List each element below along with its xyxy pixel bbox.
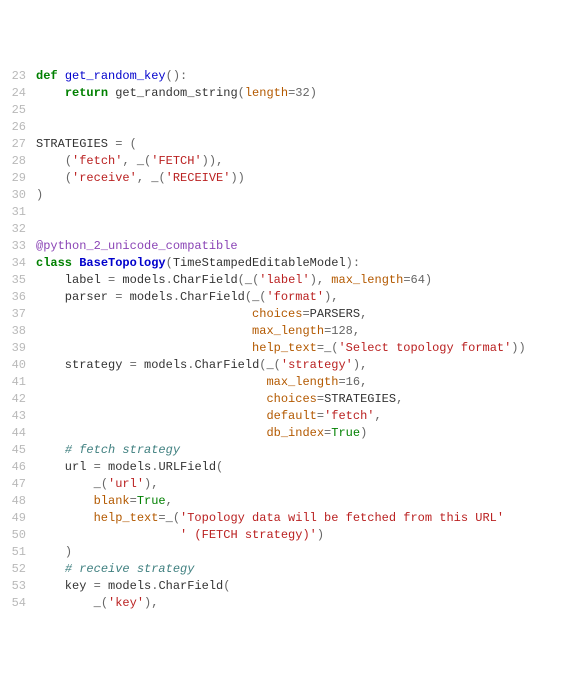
code-line: 52 # receive strategy <box>0 561 568 578</box>
line-content: key = models.CharField( <box>36 578 568 595</box>
code-line: 45 # fetch strategy <box>0 442 568 459</box>
code-line: 35 label = models.CharField(_('label'), … <box>0 272 568 289</box>
line-number: 34 <box>0 255 36 272</box>
line-number: 38 <box>0 323 36 340</box>
line-number: 53 <box>0 578 36 595</box>
line-number: 45 <box>0 442 36 459</box>
line-content: ('receive', _('RECEIVE')) <box>36 170 568 187</box>
line-number: 31 <box>0 204 36 221</box>
code-editor: 23def get_random_key():24 return get_ran… <box>0 68 568 612</box>
code-line: 47 _('url'), <box>0 476 568 493</box>
code-line: 50 ' (FETCH strategy)') <box>0 527 568 544</box>
line-number: 25 <box>0 102 36 119</box>
line-content: max_length=16, <box>36 374 568 391</box>
line-number: 48 <box>0 493 36 510</box>
line-content: @python_2_unicode_compatible <box>36 238 568 255</box>
line-content <box>36 221 568 238</box>
line-content: help_text=_('Select topology format')) <box>36 340 568 357</box>
code-line: 25 <box>0 102 568 119</box>
code-line: 31 <box>0 204 568 221</box>
line-number: 23 <box>0 68 36 85</box>
code-line: 44 db_index=True) <box>0 425 568 442</box>
line-number: 28 <box>0 153 36 170</box>
line-content: choices=PARSERS, <box>36 306 568 323</box>
line-content: ('fetch', _('FETCH')), <box>36 153 568 170</box>
code-line: 26 <box>0 119 568 136</box>
code-line: 36 parser = models.CharField(_('format')… <box>0 289 568 306</box>
line-number: 37 <box>0 306 36 323</box>
line-content: strategy = models.CharField(_('strategy'… <box>36 357 568 374</box>
code-line: 34class BaseTopology(TimeStampedEditable… <box>0 255 568 272</box>
line-number: 50 <box>0 527 36 544</box>
line-content: parser = models.CharField(_('format'), <box>36 289 568 306</box>
code-line: 30) <box>0 187 568 204</box>
code-line: 33@python_2_unicode_compatible <box>0 238 568 255</box>
line-content: help_text=_('Topology data will be fetch… <box>36 510 568 527</box>
line-content: label = models.CharField(_('label'), max… <box>36 272 568 289</box>
line-content: max_length=128, <box>36 323 568 340</box>
line-content: ) <box>36 187 568 204</box>
line-number: 47 <box>0 476 36 493</box>
line-content: url = models.URLField( <box>36 459 568 476</box>
code-line: 53 key = models.CharField( <box>0 578 568 595</box>
line-content <box>36 119 568 136</box>
code-line: 23def get_random_key(): <box>0 68 568 85</box>
line-content: # receive strategy <box>36 561 568 578</box>
line-number: 43 <box>0 408 36 425</box>
line-content: class BaseTopology(TimeStampedEditableMo… <box>36 255 568 272</box>
line-content <box>36 204 568 221</box>
line-content <box>36 102 568 119</box>
line-content: def get_random_key(): <box>36 68 568 85</box>
line-content: blank=True, <box>36 493 568 510</box>
code-line: 49 help_text=_('Topology data will be fe… <box>0 510 568 527</box>
line-number: 46 <box>0 459 36 476</box>
line-content: ) <box>36 544 568 561</box>
line-number: 32 <box>0 221 36 238</box>
line-number: 42 <box>0 391 36 408</box>
code-line: 40 strategy = models.CharField(_('strate… <box>0 357 568 374</box>
code-line: 29 ('receive', _('RECEIVE')) <box>0 170 568 187</box>
code-line: 24 return get_random_string(length=32) <box>0 85 568 102</box>
line-number: 41 <box>0 374 36 391</box>
code-line: 43 default='fetch', <box>0 408 568 425</box>
line-number: 39 <box>0 340 36 357</box>
code-line: 46 url = models.URLField( <box>0 459 568 476</box>
line-number: 49 <box>0 510 36 527</box>
line-number: 33 <box>0 238 36 255</box>
line-number: 40 <box>0 357 36 374</box>
line-number: 35 <box>0 272 36 289</box>
line-number: 36 <box>0 289 36 306</box>
code-line: 32 <box>0 221 568 238</box>
line-content: choices=STRATEGIES, <box>36 391 568 408</box>
line-number: 27 <box>0 136 36 153</box>
code-line: 42 choices=STRATEGIES, <box>0 391 568 408</box>
code-line: 27STRATEGIES = ( <box>0 136 568 153</box>
code-line: 37 choices=PARSERS, <box>0 306 568 323</box>
code-line: 38 max_length=128, <box>0 323 568 340</box>
code-line: 48 blank=True, <box>0 493 568 510</box>
line-content: _('url'), <box>36 476 568 493</box>
line-content: db_index=True) <box>36 425 568 442</box>
line-content: ' (FETCH strategy)') <box>36 527 568 544</box>
line-number: 52 <box>0 561 36 578</box>
line-number: 24 <box>0 85 36 102</box>
code-line: 54 _('key'), <box>0 595 568 612</box>
line-content: _('key'), <box>36 595 568 612</box>
code-line: 28 ('fetch', _('FETCH')), <box>0 153 568 170</box>
code-line: 41 max_length=16, <box>0 374 568 391</box>
line-content: default='fetch', <box>36 408 568 425</box>
code-line: 51 ) <box>0 544 568 561</box>
line-content: # fetch strategy <box>36 442 568 459</box>
line-number: 51 <box>0 544 36 561</box>
line-content: return get_random_string(length=32) <box>36 85 568 102</box>
line-number: 44 <box>0 425 36 442</box>
line-number: 54 <box>0 595 36 612</box>
line-content: STRATEGIES = ( <box>36 136 568 153</box>
line-number: 30 <box>0 187 36 204</box>
line-number: 26 <box>0 119 36 136</box>
line-number: 29 <box>0 170 36 187</box>
code-line: 39 help_text=_('Select topology format')… <box>0 340 568 357</box>
